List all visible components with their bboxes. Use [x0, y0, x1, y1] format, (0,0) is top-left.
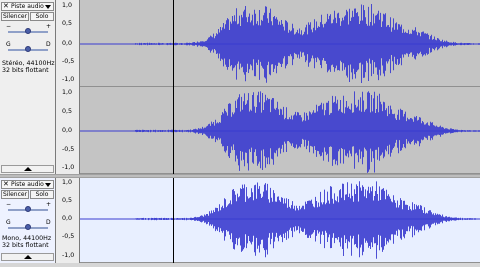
mute-button[interactable]: Silencer: [1, 12, 29, 21]
close-track-icon[interactable]: ✕: [3, 180, 9, 189]
solo-button[interactable]: Solo: [30, 190, 54, 199]
ruler-label: -0,5: [62, 58, 75, 65]
pan-right-label: D: [46, 219, 51, 226]
track-menu-dropdown-icon[interactable]: [45, 5, 51, 9]
ruler-label: 0,5: [62, 108, 73, 115]
pan-slider-thumb[interactable]: [25, 224, 31, 230]
gain-slider-thumb[interactable]: [25, 206, 31, 212]
gain-plus-label: +: [46, 23, 52, 30]
ruler-label: 1,0: [62, 89, 73, 96]
gain-plus-label: +: [46, 201, 52, 208]
mono-track: ✕ Piste audio Silencer Solo − + G D Mono…: [0, 178, 480, 263]
waveform-mono[interactable]: [80, 178, 480, 263]
vertical-ruler: 1,0 0,5 0,0 -0,5 -1,0: [56, 178, 80, 263]
ruler-label: 1,0: [62, 179, 73, 186]
ruler-label: 0,0: [62, 215, 73, 222]
ruler-label: -1,0: [62, 164, 75, 171]
solo-button[interactable]: Solo: [30, 12, 54, 21]
track-title-bar[interactable]: ✕ Piste audio: [1, 2, 54, 11]
playback-cursor: [173, 178, 174, 263]
track-control-panel: ✕ Piste audio Silencer Solo − + G D Mono…: [0, 178, 56, 263]
mute-button[interactable]: Silencer: [1, 190, 29, 199]
waveform-mono-svg: [80, 181, 480, 259]
ruler-label: 0,5: [62, 20, 73, 27]
ruler-label: 1,0: [62, 2, 73, 9]
gain-minus-label: −: [6, 201, 12, 208]
pan-left-label: G: [6, 219, 11, 226]
playback-cursor: [173, 0, 174, 174]
pan-left-label: G: [6, 41, 11, 48]
pan-slider[interactable]: [8, 224, 48, 230]
collapse-track-button[interactable]: [1, 253, 54, 261]
ruler-label: -0,5: [62, 146, 75, 153]
audacity-tracks: ✕ Piste audio Silencer Solo − + G D Stér…: [0, 0, 480, 263]
gain-slider[interactable]: [8, 206, 48, 212]
waveform-left-svg: [80, 4, 480, 83]
ruler-label: 0,0: [62, 40, 73, 47]
gain-slider-thumb[interactable]: [25, 28, 31, 34]
gain-slider[interactable]: [8, 28, 48, 34]
track-title-bar[interactable]: ✕ Piste audio: [1, 180, 54, 189]
track-format-rate: Mono, 44100Hz: [2, 235, 52, 242]
ruler-label: -0,5: [62, 233, 75, 240]
pan-slider-thumb[interactable]: [25, 46, 31, 52]
track-format-rate: Stéréo, 44100Hz: [2, 60, 55, 67]
stereo-track: ✕ Piste audio Silencer Solo − + G D Stér…: [0, 0, 480, 175]
track-format-bits: 32 bits flottant: [2, 242, 49, 249]
close-track-icon[interactable]: ✕: [3, 2, 9, 11]
track-format-bits: 32 bits flottant: [2, 67, 49, 74]
pan-slider[interactable]: [8, 46, 48, 52]
waveform-channel-left[interactable]: [80, 0, 480, 87]
track-name[interactable]: Piste audio: [11, 3, 44, 11]
waveform-channel-right[interactable]: [80, 87, 480, 174]
ruler-label: 0,5: [62, 197, 73, 204]
collapse-track-button[interactable]: [1, 165, 54, 173]
waveform-right-svg: [80, 91, 480, 173]
ruler-label: -1,0: [62, 76, 75, 83]
ruler-label: -1,0: [62, 252, 75, 259]
track-name[interactable]: Piste audio: [11, 181, 44, 189]
pan-right-label: D: [46, 41, 51, 48]
track-control-panel: ✕ Piste audio Silencer Solo − + G D Stér…: [0, 0, 56, 175]
gain-minus-label: −: [6, 23, 12, 30]
ruler-label: 0,0: [62, 127, 73, 134]
vertical-ruler: 1,0 0,5 0,0 -0,5 -1,0 1,0 0,5 0,0 -0,5 -…: [56, 0, 80, 175]
track-menu-dropdown-icon[interactable]: [45, 183, 51, 187]
